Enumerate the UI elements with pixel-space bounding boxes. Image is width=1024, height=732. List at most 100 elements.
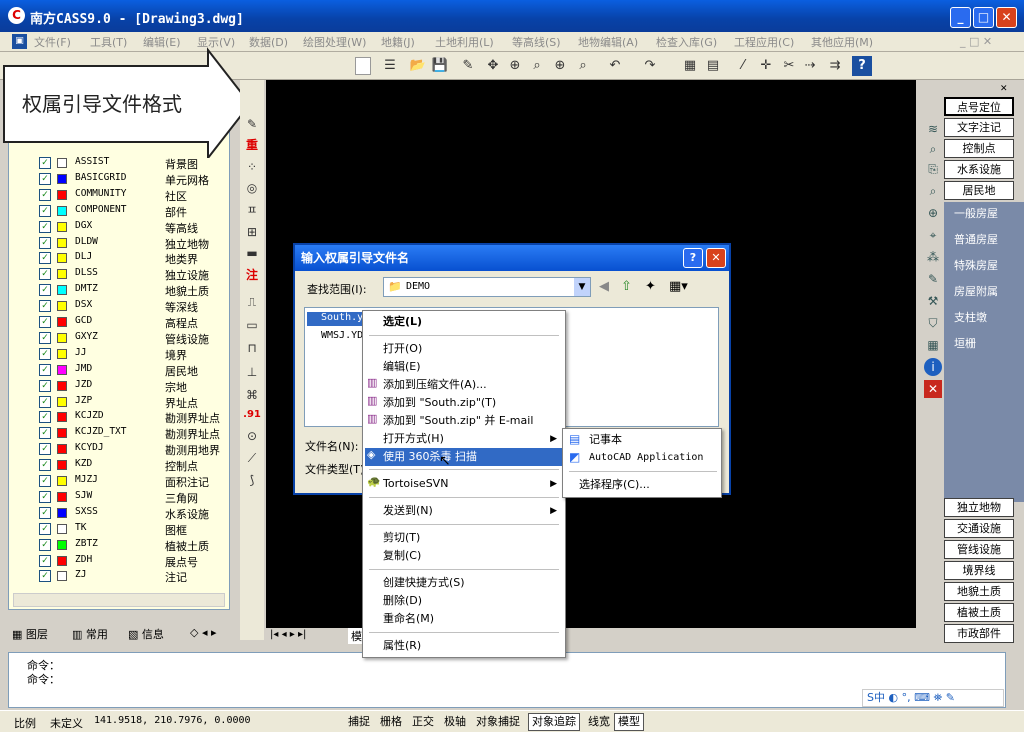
menu-add-zip-email[interactable]: 添加到 "South.zip" 并 E-mail [365, 412, 533, 430]
paste-icon[interactable]: ⎘ [924, 160, 942, 178]
layers-icon[interactable]: ≋ [924, 120, 942, 138]
menu-cut[interactable]: 剪切(T) [365, 529, 420, 547]
menu-send-to[interactable]: 发送到(N) ▶ [365, 502, 563, 520]
nodes-icon[interactable]: ⁂ [924, 248, 942, 266]
right-btn-text-annotation[interactable]: 文字注记 [944, 118, 1014, 137]
redraw-button[interactable]: 重 [242, 135, 262, 155]
sub-item-house-attached[interactable]: 房屋附属 [944, 280, 1022, 304]
fence-icon[interactable]: ⊓ [242, 338, 262, 358]
submenu-choose-program[interactable]: 选择程序(C)... [565, 476, 650, 494]
tab-layers[interactable]: ▦ 图层 [12, 626, 48, 642]
chevron-down-icon[interactable]: ▼ [574, 278, 590, 296]
properties-icon[interactable]: ▦ [680, 56, 700, 76]
layer-row[interactable]: ✓ JZP 界址点 [39, 394, 229, 410]
right-btn-traffic[interactable]: 交通设施 [944, 519, 1014, 538]
layer-color-swatch[interactable] [57, 301, 67, 312]
menu-tortoisesvn[interactable]: TortoiseSVN ▶ [365, 475, 563, 493]
close-button[interactable]: ✕ [996, 7, 1017, 28]
layer-color-swatch[interactable] [57, 491, 67, 502]
layer-row[interactable]: ✓ DLDW 独立地物 [39, 235, 229, 251]
layer-row[interactable]: ✓ GXYZ 管线设施 [39, 330, 229, 346]
layer-row[interactable]: ✓ DLJ 地类界 [39, 250, 229, 266]
layer-color-swatch[interactable] [57, 237, 67, 248]
layer-color-swatch[interactable] [57, 412, 67, 423]
menu-rename[interactable]: 重命名(M) [365, 610, 434, 628]
menu-engineering[interactable]: 工程应用(C) [734, 34, 794, 50]
layer-row[interactable]: ✓ DGX 等高线 [39, 219, 229, 235]
mdi-controls[interactable]: _ □ ✕ [960, 35, 992, 48]
save-icon[interactable]: 💾 [430, 56, 450, 76]
layer-color-swatch[interactable] [57, 571, 67, 582]
layer-color-swatch[interactable] [57, 173, 67, 184]
layer-visible-checkbox[interactable]: ✓ [39, 363, 51, 376]
dialog-help-button[interactable]: ? [683, 248, 703, 268]
layer-visible-checkbox[interactable]: ✓ [39, 331, 51, 344]
layer-dropdown[interactable] [355, 57, 371, 75]
search-icon[interactable]: ⌕ [924, 140, 942, 158]
layer-color-swatch[interactable] [57, 539, 67, 550]
sub-item-fence[interactable]: 垣栅 [944, 332, 1022, 356]
layer-visible-checkbox[interactable]: ✓ [39, 459, 51, 472]
layer-color-swatch[interactable] [57, 158, 67, 168]
menu-contour[interactable]: 等高线(S) [512, 34, 561, 50]
layer-row[interactable]: ✓ COMPONENT 部件 [39, 203, 229, 219]
layer-row[interactable]: ✓ KZD 控制点 [39, 457, 229, 473]
ruler-icon[interactable]: ▬ [242, 243, 262, 263]
pick-icon[interactable]: ⌖ [924, 226, 942, 244]
circle-icon[interactable]: ⊙ [242, 426, 262, 446]
menu-data[interactable]: 数据(D) [249, 34, 288, 50]
polar-toggle[interactable]: 极轴 [440, 713, 470, 731]
trim-icon[interactable]: ✂ [779, 56, 799, 76]
menu-draw[interactable]: 绘图处理(W) [303, 34, 366, 50]
layer-color-swatch[interactable] [57, 380, 67, 391]
layer-row[interactable]: ✓ TK 图框 [39, 521, 229, 537]
folder-icon[interactable]: 📂 [408, 56, 428, 76]
right-btn-municipal[interactable]: 市政部件 [944, 624, 1014, 643]
layer-visible-checkbox[interactable]: ✓ [39, 284, 51, 297]
layer-color-swatch[interactable] [57, 317, 67, 327]
zoom-window-icon[interactable]: ⌕ [527, 56, 547, 76]
tab-scroll-arrows[interactable]: ◇ ◂ ▸ [190, 626, 217, 639]
ime-toolbar[interactable]: S中 ◐ °, ⌨ ⛯ ✎ [862, 689, 1004, 707]
layer-row[interactable]: ✓ KCJZD 勘测界址点 [39, 409, 229, 425]
elevation-button[interactable]: .91 [242, 405, 262, 425]
new-folder-icon[interactable]: ✦ [645, 279, 656, 294]
menu-cadastre[interactable]: 地籍(J) [381, 34, 415, 50]
camera-icon[interactable]: ◎ [242, 178, 262, 198]
ortho-toggle[interactable]: 正交 [408, 713, 438, 731]
right-btn-landform[interactable]: 地貌土质 [944, 582, 1014, 601]
minimize-button[interactable]: _ [950, 7, 971, 28]
layer-visible-checkbox[interactable]: ✓ [39, 204, 51, 217]
extend-icon[interactable]: ⇢ [800, 56, 820, 76]
grid-toggle[interactable]: 栅格 [376, 713, 406, 731]
layer-visible-checkbox[interactable]: ✓ [39, 300, 51, 313]
menu-copy[interactable]: 复制(C) [365, 547, 421, 565]
menu-add-south-zip[interactable]: 添加到 "South.zip"(T) [365, 394, 496, 412]
menu-edit-file[interactable]: 编辑(E) [365, 358, 421, 376]
layer-row[interactable]: ✓ JJ 境界 [39, 346, 229, 362]
layer-visible-checkbox[interactable]: ✓ [39, 570, 51, 583]
zoom-icon[interactable]: ⊕ [924, 204, 942, 222]
magnify-icon[interactable]: ⌕ [924, 182, 942, 200]
undo-icon[interactable]: ↶ [605, 56, 625, 76]
right-btn-point-locate[interactable]: 点号定位 [944, 97, 1014, 116]
annotation-button[interactable]: 注 [242, 265, 262, 285]
rectangle-icon[interactable]: ▭ [242, 315, 262, 335]
line-icon[interactable]: ⟋ [242, 448, 262, 468]
layer-color-swatch[interactable] [57, 253, 67, 264]
layer-row[interactable]: ✓ DLSS 独立设施 [39, 266, 229, 282]
layer-visible-checkbox[interactable]: ✓ [39, 316, 51, 328]
osnap-toggle[interactable]: 对象捕捉 [472, 713, 524, 731]
menu-other[interactable]: 其他应用(M) [811, 34, 873, 50]
layer-row[interactable]: ✓ ZDH 展点号 [39, 553, 229, 569]
lineweight-icon[interactable]: ☰ [380, 56, 400, 76]
layer-visible-checkbox[interactable]: ✓ [39, 236, 51, 249]
maximize-button[interactable]: □ [973, 7, 994, 28]
layer-color-swatch[interactable] [57, 189, 67, 200]
layer-visible-checkbox[interactable]: ✓ [39, 379, 51, 392]
layer-visible-checkbox[interactable]: ✓ [39, 157, 51, 169]
right-btn-boundary[interactable]: 境界线 [944, 561, 1014, 580]
layer-visible-checkbox[interactable]: ✓ [39, 268, 51, 281]
edit-icon[interactable]: ✎ [242, 114, 262, 134]
submenu-autocad[interactable]: AutoCAD Application [565, 449, 703, 467]
